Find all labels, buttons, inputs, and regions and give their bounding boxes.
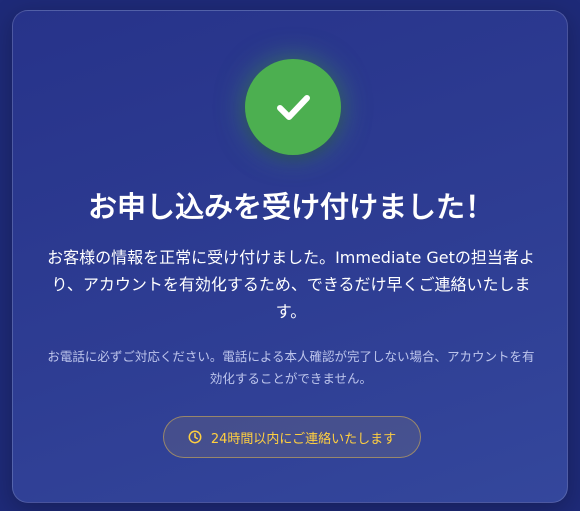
success-check-icon bbox=[245, 59, 341, 155]
phone-verification-note: お電話に必ずご対応ください。電話による本人確認が完了しない場合、アカウントを有効… bbox=[47, 349, 535, 386]
check-icon bbox=[277, 95, 310, 120]
clock-icon bbox=[188, 430, 202, 444]
confirmation-card: お申し込みを受け付けました！ お客様の情報を正常に受け付けました。Immedia… bbox=[12, 10, 568, 503]
contact-timeframe-badge: 24時間以内にご連絡いたします bbox=[163, 416, 421, 458]
badge-label: 24時間以内にご連絡いたします bbox=[210, 431, 397, 447]
confirmation-title: お申し込みを受け付けました！ bbox=[87, 190, 494, 224]
confirmation-description: お客様の情報を正常に受け付けました。Immediate Getの担当者より、アカ… bbox=[47, 248, 535, 321]
